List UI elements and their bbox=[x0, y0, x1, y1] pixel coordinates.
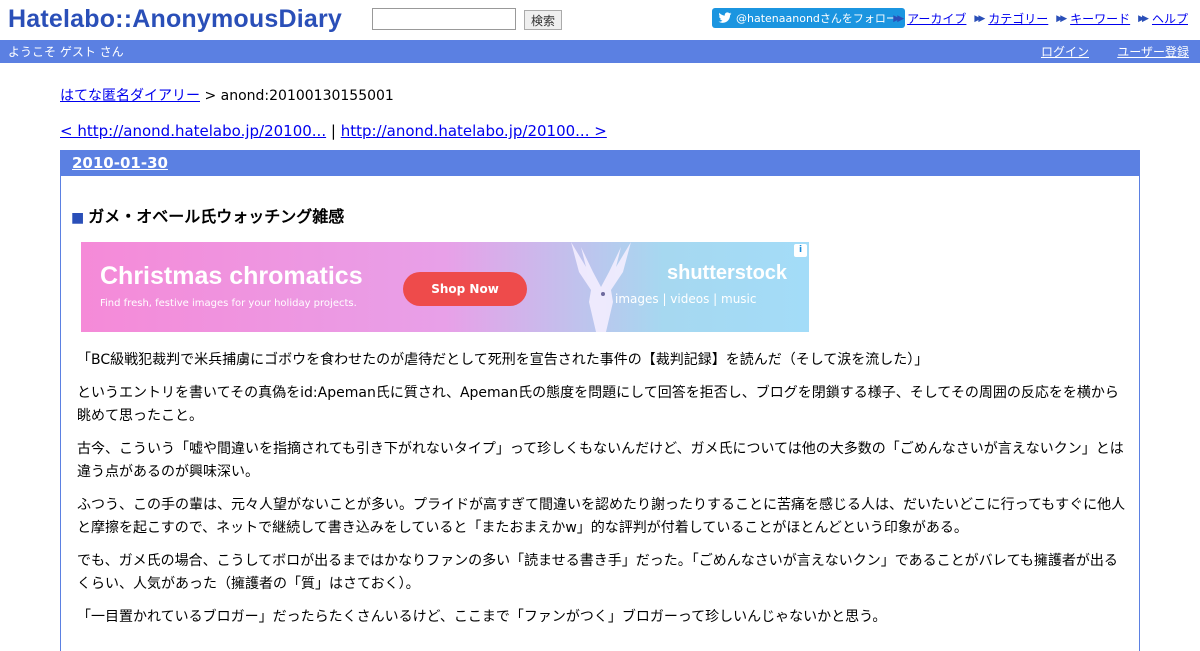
nav-category-link[interactable]: カテゴリー bbox=[988, 10, 1048, 27]
nav-keyword[interactable]: ▶▶ キーワード bbox=[1056, 10, 1130, 27]
register-link[interactable]: ユーザー登録 bbox=[1117, 43, 1189, 60]
nav-category[interactable]: ▶▶ カテゴリー bbox=[974, 10, 1048, 27]
ad-info-icon[interactable]: i bbox=[794, 244, 807, 257]
login-link[interactable]: ログイン bbox=[1041, 43, 1089, 60]
user-bar: ようこそ ゲスト さん ログイン ユーザー登録 bbox=[0, 40, 1200, 63]
breadcrumb-home-link[interactable]: はてな匿名ダイアリー bbox=[60, 88, 200, 104]
pager-separator: | bbox=[326, 122, 341, 140]
twitter-follow-button[interactable]: @hatenaanondさんをフォロー bbox=[712, 8, 905, 28]
ad-title: Christmas chromatics bbox=[100, 262, 363, 290]
arrow-icon: ▶▶ bbox=[893, 13, 904, 24]
entry-paragraph: 「BC級戦犯裁判で米兵捕虜にゴボウを食わせたのが虐待だとして死刑を宣告された事件… bbox=[77, 352, 929, 368]
breadcrumb: はてな匿名ダイアリー > anond:20100130155001 bbox=[60, 85, 394, 105]
search-button[interactable]: 検索 bbox=[524, 10, 563, 30]
entry-title-text: ガメ・オベール氏ウォッチング雑感 bbox=[88, 207, 345, 226]
ad-tags: images | videos | music bbox=[615, 292, 757, 306]
ad-subtitle: Find fresh, festive images for your holi… bbox=[100, 298, 357, 309]
nav-keyword-link[interactable]: キーワード bbox=[1070, 10, 1130, 27]
breadcrumb-separator: > bbox=[200, 88, 221, 104]
nav-archive[interactable]: ▶▶ アーカイブ bbox=[893, 10, 966, 27]
ad-banner[interactable]: Christmas chromatics Find fresh, festive… bbox=[81, 242, 809, 332]
entry-title: ■ ガメ・オベール氏ウォッチング雑感 bbox=[71, 203, 344, 227]
nav-help-link[interactable]: ヘルプ bbox=[1152, 10, 1188, 27]
nav-archive-link[interactable]: アーカイブ bbox=[907, 10, 966, 27]
entry-permalink-square-icon[interactable]: ■ bbox=[71, 210, 84, 226]
twitter-follow-label: @hatenaanondさんをフォロー bbox=[736, 12, 897, 25]
entry-paragraph: でも、ガメ氏の場合、こうしてボロが出るまではかなりファンの多い「読ませる書き手」… bbox=[77, 553, 1118, 592]
entry-paragraph: ふつう、この手の輩は、元々人望がないことが多い。プライドが高すぎて間違いを認めた… bbox=[77, 497, 1126, 536]
next-entry-link[interactable]: http://anond.hatelabo.jp/20100... > bbox=[341, 122, 607, 140]
ad-brand-logo: shutterstock bbox=[667, 262, 788, 284]
nav-help[interactable]: ▶▶ ヘルプ bbox=[1138, 10, 1188, 27]
arrow-icon: ▶▶ bbox=[974, 13, 985, 24]
arrow-icon: ▶▶ bbox=[1056, 13, 1067, 24]
entry-date-link[interactable]: 2010-01-30 bbox=[72, 154, 168, 172]
entry-paragraph: 「一目置かれているブロガー」だったらたくさんいるけど、ここまで「ファンがつく」ブ… bbox=[77, 609, 887, 625]
site-logo[interactable]: Hatelabo::AnonymousDiary bbox=[8, 5, 342, 34]
breadcrumb-current: anond:20100130155001 bbox=[220, 88, 394, 104]
prev-entry-link[interactable]: < http://anond.hatelabo.jp/20100... bbox=[60, 122, 326, 140]
entry-section: 2010-01-30 ■ ガメ・オベール氏ウォッチング雑感 Christmas c… bbox=[60, 150, 1140, 651]
ad-shop-button[interactable]: Shop Now bbox=[403, 272, 527, 306]
welcome-text: ようこそ ゲスト さん bbox=[8, 45, 124, 59]
entry-paragraph: 古今、こういう「嘘や間違いを指摘されても引き下がれないタイプ」って珍しくもないん… bbox=[77, 441, 1124, 480]
entry-body: 「BC級戦犯裁判で米兵捕虜にゴボウを食わせたのが虐待だとして死刑を宣告された事件… bbox=[77, 349, 1129, 639]
twitter-bird-icon bbox=[718, 12, 732, 23]
search-input[interactable] bbox=[372, 8, 516, 30]
entry-paragraph: というエントリを書いてその真偽をid:Apeman氏に質され、Apeman氏の態… bbox=[77, 385, 1119, 424]
arrow-icon: ▶▶ bbox=[1138, 13, 1149, 24]
top-header: Hatelabo::AnonymousDiary 検索 @hatenaanond… bbox=[0, 0, 1200, 40]
entry-date-header: 2010-01-30 bbox=[61, 151, 1139, 176]
entry-pager: < http://anond.hatelabo.jp/20100... | ht… bbox=[60, 122, 607, 140]
deer-image-icon bbox=[571, 242, 631, 332]
top-nav: ▶▶ アーカイブ ▶▶ カテゴリー ▶▶ キーワード ▶▶ ヘルプ bbox=[893, 10, 1188, 27]
